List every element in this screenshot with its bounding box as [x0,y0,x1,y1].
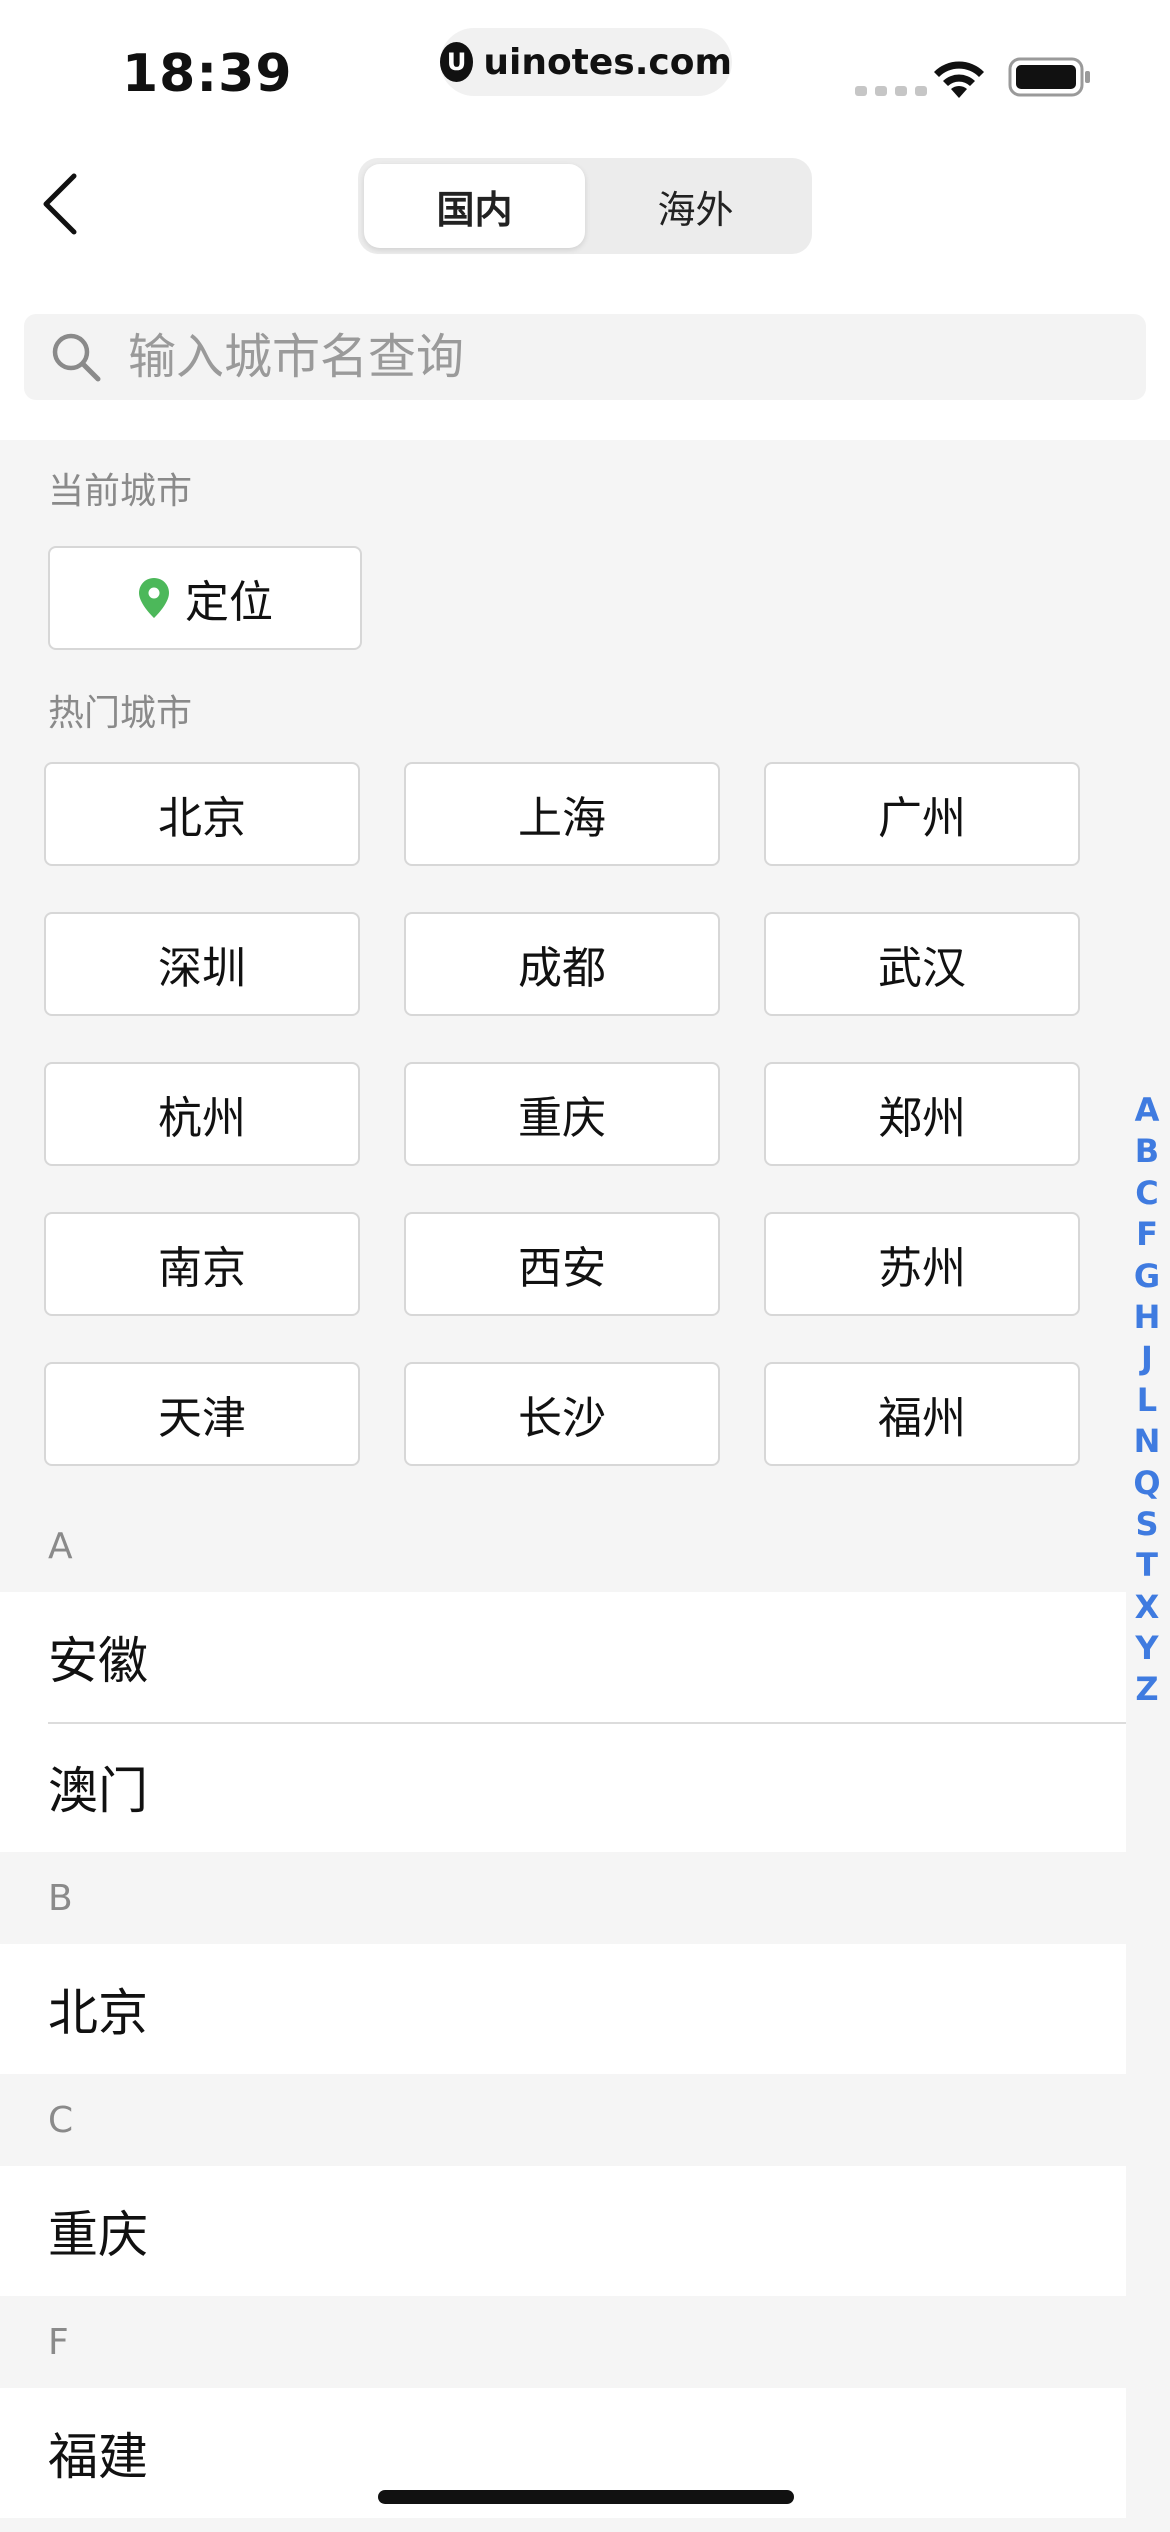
hot-city-button[interactable]: 武汉 [764,912,1080,1016]
index-letter[interactable]: Y [1135,1628,1158,1669]
wifi-icon [934,61,984,98]
section-header-f: F [48,2322,69,2363]
locate-label: 定位 [185,577,273,628]
battery-icon [1008,57,1090,97]
city-picker-screen: 18:39 U uinotes.com 国内 海外 输入城市名查询 当前城市 定… [0,0,1170,2532]
tab-domestic[interactable]: 国内 [364,164,585,248]
index-letter[interactable]: Z [1135,1669,1158,1710]
hot-city-button[interactable]: 长沙 [404,1362,720,1466]
hot-city-button[interactable]: 深圳 [44,912,360,1016]
index-letter[interactable]: J [1141,1338,1153,1379]
status-time: 18:39 [122,44,293,104]
search-bar [24,314,1146,400]
url-text: uinotes.com [483,41,732,83]
hot-cities-label: 热门城市 [48,693,193,734]
city-group-a: 安徽 澳门 [0,1592,1126,1852]
region-segmented-control: 国内 海外 [358,158,812,254]
city-group-b: 北京 [0,1944,1126,2074]
index-letter[interactable]: L [1137,1380,1157,1421]
section-header-c: C [48,2100,74,2141]
tab-overseas[interactable]: 海外 [585,164,806,248]
back-chevron-icon[interactable] [36,168,88,240]
index-letter[interactable]: A [1135,1090,1160,1131]
index-letter[interactable]: F [1136,1214,1158,1255]
url-pill[interactable]: U uinotes.com [440,28,732,96]
index-letter[interactable]: S [1135,1504,1158,1545]
index-letter[interactable]: T [1136,1545,1158,1586]
hot-city-button[interactable]: 西安 [404,1212,720,1316]
list-item[interactable]: 澳门 [0,1722,1126,1852]
index-letter[interactable]: Q [1133,1463,1160,1504]
city-group-c: 重庆 [0,2166,1126,2296]
locate-button[interactable]: 定位 [48,546,362,650]
section-header-a: A [48,1526,73,1567]
site-logo-icon: U [440,42,474,82]
hot-city-button[interactable]: 杭州 [44,1062,360,1166]
cellular-signal-icon [855,86,927,96]
home-indicator[interactable] [378,2490,794,2504]
location-pin-icon [139,578,169,618]
hot-city-button[interactable]: 南京 [44,1212,360,1316]
index-letter[interactable]: H [1134,1297,1161,1338]
hot-city-button[interactable]: 苏州 [764,1212,1080,1316]
index-letter[interactable]: B [1135,1131,1159,1172]
hot-city-button[interactable]: 上海 [404,762,720,866]
hot-city-button[interactable]: 郑州 [764,1062,1080,1166]
search-input[interactable] [128,329,1028,385]
index-letter[interactable]: X [1135,1587,1160,1628]
index-letter[interactable]: G [1134,1256,1160,1297]
hot-cities-grid: 北京 上海 广州 深圳 成都 武汉 杭州 重庆 郑州 南京 西安 苏州 天津 长… [44,762,1084,1466]
hot-city-button[interactable]: 北京 [44,762,360,866]
section-header-b: B [48,1878,73,1919]
hot-city-button[interactable]: 福州 [764,1362,1080,1466]
index-letter[interactable]: N [1134,1421,1161,1462]
search-icon [52,333,101,382]
hot-city-button[interactable]: 广州 [764,762,1080,866]
list-item[interactable]: 重庆 [0,2166,1126,2296]
current-city-label: 当前城市 [48,471,193,512]
list-item[interactable]: 安徽 [0,1592,1126,1722]
hot-city-button[interactable]: 天津 [44,1362,360,1466]
status-bar: 18:39 U uinotes.com [0,0,1170,140]
city-content: 当前城市 定位 热门城市 北京 上海 广州 深圳 成都 武汉 杭州 重庆 郑州 … [0,440,1170,2532]
hot-city-button[interactable]: 成都 [404,912,720,1016]
list-item[interactable]: 北京 [0,1944,1126,2074]
hot-city-button[interactable]: 重庆 [404,1062,720,1166]
index-letter[interactable]: C [1135,1173,1158,1214]
alphabet-index-bar: A B C F G H J L N Q S T X Y Z [1130,1090,1164,1711]
